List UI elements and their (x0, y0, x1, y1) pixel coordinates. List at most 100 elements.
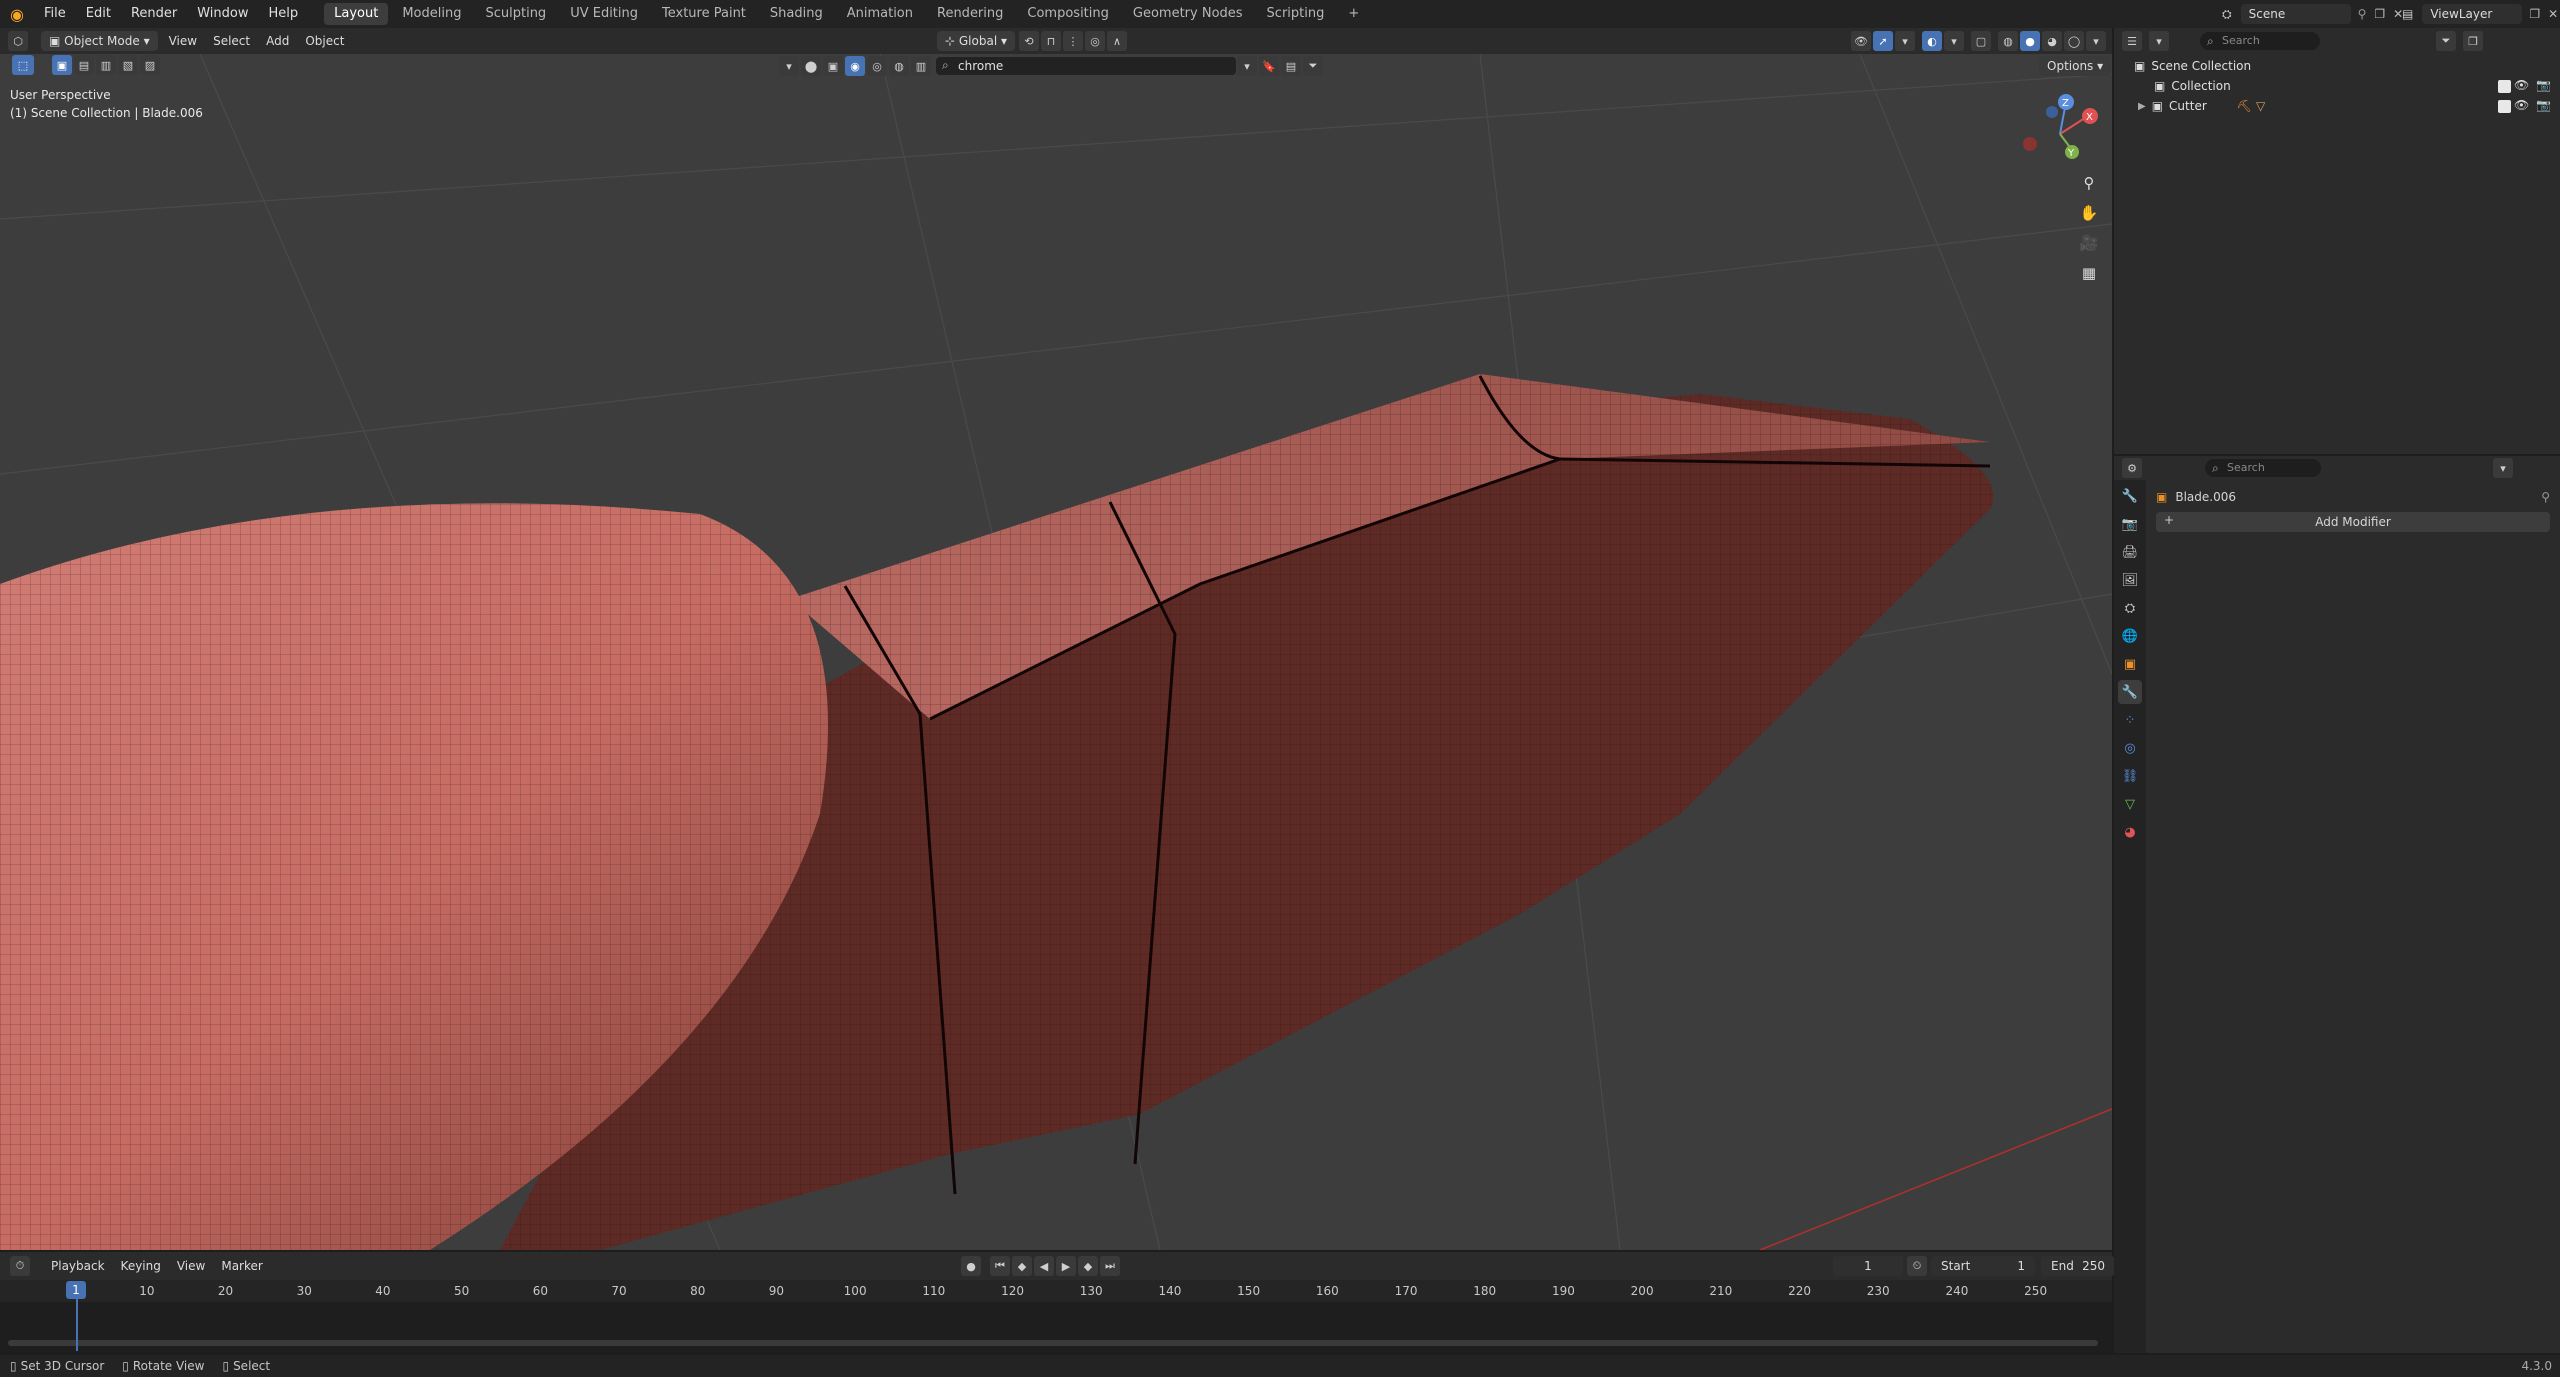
camera-icon[interactable]: 📷 (2536, 78, 2551, 92)
scene-selector[interactable]: ⛭ Scene ⚲ ❐ ✕ (2222, 3, 2407, 25)
overlays-toggle-icon[interactable]: ◐ (1922, 31, 1942, 51)
blender-logo-icon[interactable]: ◉ (0, 0, 34, 28)
editor-type-icon[interactable]: ⬡ (8, 31, 28, 51)
add-modifier-button[interactable]: + Add Modifier (2156, 512, 2550, 532)
timeline-scrollbar[interactable] (8, 1340, 2098, 1346)
play-icon[interactable]: ▶ (1056, 1256, 1076, 1276)
options-dropdown[interactable]: Options ▾ (2039, 56, 2112, 76)
jump-end-icon[interactable]: ⏭ (1100, 1256, 1120, 1276)
select-mode-extend-icon[interactable]: ▤ (74, 55, 94, 75)
timeline-menu-keying[interactable]: Keying (113, 1256, 169, 1276)
snap-target-icon[interactable]: ⋮ (1063, 31, 1083, 51)
modifier-tab-icon[interactable]: 🔧 (2118, 680, 2142, 704)
timeline-ruler[interactable]: 10 20 30 40 50 60 70 80 90 100 110 120 130 140 150 160 1… (0, 1280, 2112, 1302)
autokey-icon[interactable]: ● (961, 1256, 981, 1276)
pin-icon[interactable]: ⚲ (2358, 7, 2367, 21)
menu-window[interactable]: Window (187, 0, 258, 28)
viewport-menu-add[interactable]: Add (258, 31, 297, 51)
gizmo-toggle-icon[interactable]: ➚ (1873, 31, 1893, 51)
jump-start-icon[interactable]: ⏮ (990, 1256, 1010, 1276)
timeline-menu-playback[interactable]: Playback (43, 1256, 113, 1276)
physics-tab-icon[interactable]: ◎ (2118, 736, 2142, 760)
menu-edit[interactable]: Edit (76, 0, 121, 28)
3d-viewport[interactable]: X Z Y ⚲ ✋ 🎥 ▦ (0, 54, 2112, 1250)
menu-help[interactable]: Help (259, 0, 309, 28)
tab-scripting[interactable]: Scripting (1257, 3, 1335, 25)
tab-shading[interactable]: Shading (760, 3, 833, 25)
tab-sculpting[interactable]: Sculpting (475, 3, 556, 25)
pivot-icon[interactable]: ⟲ (1019, 31, 1039, 51)
exclude-checkbox[interactable] (2498, 80, 2511, 93)
timeline-menu-view[interactable]: View (169, 1256, 213, 1276)
tab-modeling[interactable]: Modeling (392, 3, 471, 25)
shading-material-icon[interactable]: ◕ (2042, 31, 2062, 51)
jump-prev-key-icon[interactable]: ◆ (1012, 1256, 1032, 1276)
world-tab-icon[interactable]: 🌐 (2118, 624, 2142, 648)
play-reverse-icon[interactable]: ◀ (1034, 1256, 1054, 1276)
object-type-mesh-icon[interactable]: ▣ (823, 56, 843, 76)
tool-tab-icon[interactable]: 🔧 (2118, 484, 2142, 508)
render-tab-icon[interactable]: 📷 (2118, 512, 2142, 536)
menu-render[interactable]: Render (121, 0, 187, 28)
display-mode-icon[interactable]: ▤ (1281, 56, 1301, 76)
output-tab-icon[interactable]: 🖨 (2118, 540, 2142, 564)
object-type-empty-icon[interactable]: ▥ (911, 56, 931, 76)
new-collection-icon[interactable]: ❐ (2463, 31, 2483, 51)
orientation-dropdown[interactable]: ⊹ Global ▾ (937, 31, 1015, 51)
axis-gizmo-icon[interactable]: X Z Y (2020, 94, 2100, 174)
xray-icon[interactable]: ▢ (1971, 31, 1991, 51)
filter-dropdown-icon[interactable]: ▾ (779, 56, 799, 76)
material-tab-icon[interactable]: ◕ (2118, 820, 2142, 844)
end-frame-field[interactable]: End 250 (2041, 1256, 2115, 1276)
data-tab-icon[interactable]: ▽ (2118, 792, 2142, 816)
timeline-track-area[interactable] (0, 1302, 2112, 1352)
falloff-icon[interactable]: ∧ (1107, 31, 1127, 51)
object-tab-icon[interactable]: ▣ (2118, 652, 2142, 676)
color-icon[interactable]: ⬤ (801, 56, 821, 76)
constraints-tab-icon[interactable]: ⛓ (2118, 764, 2142, 788)
scene-name-field[interactable]: Scene (2240, 4, 2351, 24)
outliner-item-scene-collection[interactable]: ▣ Scene Collection (2114, 56, 2560, 76)
playhead-frame-label[interactable]: 1 (66, 1281, 86, 1299)
select-mode-intersect-icon[interactable]: ▨ (140, 55, 160, 75)
viewport-menu-object[interactable]: Object (297, 31, 352, 51)
outliner-item-cutter[interactable]: ▶ ▣ Cutter ⛏ ▽ 👁 📷 (2114, 96, 2560, 116)
pan-hand-icon[interactable]: ✋ (2076, 200, 2102, 226)
pin-icon[interactable]: ⚲ (2541, 490, 2550, 504)
bookmark-icon[interactable]: 🔖 (1259, 56, 1279, 76)
viewlayer-selector[interactable]: ▤ ViewLayer ❐ ✕ (2402, 3, 2560, 25)
snap-icon[interactable]: ⊓ (1041, 31, 1061, 51)
camera-view-icon[interactable]: 🎥 (2076, 230, 2102, 256)
tab-compositing[interactable]: Compositing (1017, 3, 1119, 25)
view-layer-tab-icon[interactable]: 🖼 (2118, 568, 2142, 592)
zoom-icon[interactable]: ⚲ (2076, 170, 2102, 196)
tab-texture-paint[interactable]: Texture Paint (652, 3, 756, 25)
menu-file[interactable]: File (34, 0, 76, 28)
shading-rendered-icon[interactable]: ◯ (2064, 31, 2084, 51)
scene-tab-icon[interactable]: ⛭ (2118, 596, 2142, 620)
properties-options-icon[interactable]: ▾ (2493, 458, 2513, 478)
filter-icon[interactable]: ⏷ (2436, 31, 2456, 51)
outliner-search-input[interactable]: Search (2200, 32, 2320, 50)
viewport-menu-view[interactable]: View (161, 31, 205, 51)
shading-wireframe-icon[interactable]: ◍ (1998, 31, 2018, 51)
expand-chevron-icon[interactable]: ▶ (2138, 101, 2146, 112)
tab-animation[interactable]: Animation (837, 3, 923, 25)
funnel-filter-icon[interactable]: ⏷ (1303, 56, 1323, 76)
select-mode-invert-icon[interactable]: ▧ (118, 55, 138, 75)
proportional-edit-icon[interactable]: ◎ (1085, 31, 1105, 51)
overlays-dropdown-icon[interactable]: ▾ (1944, 31, 1964, 51)
viewlayer-name-field[interactable]: ViewLayer (2422, 4, 2523, 24)
particles-tab-icon[interactable]: ⁘ (2118, 708, 2142, 732)
visibility-icon[interactable]: 👁 (1851, 31, 1871, 51)
perspective-toggle-icon[interactable]: ▦ (2076, 260, 2102, 286)
eye-icon[interactable]: 👁 (2514, 98, 2529, 112)
tab-uv-editing[interactable]: UV Editing (560, 3, 648, 25)
search-options-icon[interactable]: ▾ (1237, 56, 1257, 76)
select-mode-new-icon[interactable]: ▣ (52, 55, 72, 75)
shading-dropdown-icon[interactable]: ▾ (2086, 31, 2106, 51)
preview-range-icon[interactable]: ⏲ (1907, 1256, 1927, 1276)
outliner-editor-icon[interactable]: ☰ (2122, 31, 2142, 51)
new-scene-icon[interactable]: ❐ (2374, 7, 2385, 21)
delete-viewlayer-icon[interactable]: ✕ (2548, 7, 2558, 21)
